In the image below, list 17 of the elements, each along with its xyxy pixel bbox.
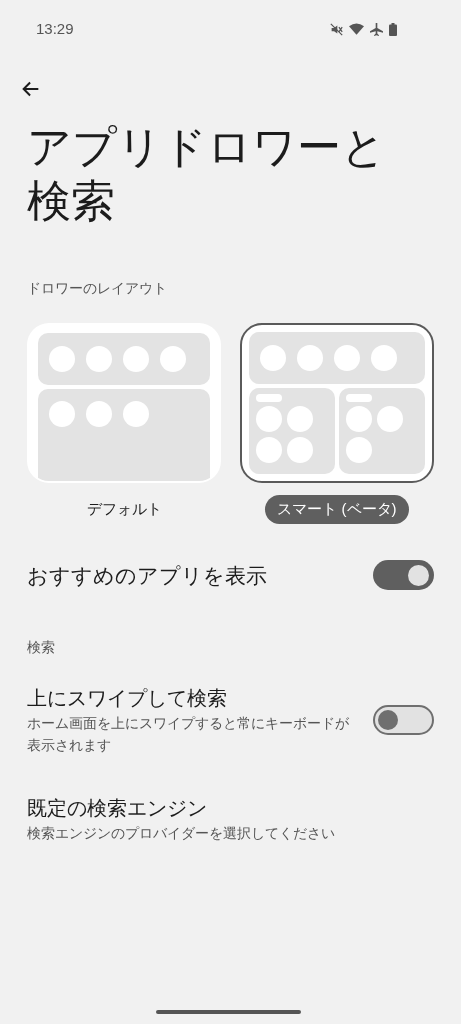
battery-icon — [389, 22, 397, 36]
toggle-switch[interactable] — [373, 705, 434, 735]
page-title: アプリドロワーと検索 — [27, 121, 387, 227]
layout-option-label[interactable]: デフォルト — [74, 495, 174, 524]
airplane-icon — [370, 22, 383, 36]
setting-title: 既定の検索エンジン — [27, 796, 208, 821]
section-header: ドロワーのレイアウト — [27, 279, 167, 298]
mute-icon — [330, 22, 343, 36]
setting-title: 上にスワイプして検索 — [27, 686, 228, 711]
section-header: 検索 — [27, 638, 55, 657]
wifi-icon — [349, 23, 364, 35]
setting-title: おすすめのアプリを表示 — [27, 562, 267, 589]
status-time: 13:29 — [36, 18, 74, 39]
setting-description: ホーム画面を上にスワイプすると常にキーボードが表示されます — [27, 714, 350, 755]
layout-option-label[interactable]: スマート (ベータ) — [265, 495, 409, 524]
setting-description: 検索エンジンのプロバイダーを選択してください — [27, 824, 336, 843]
toggle-switch[interactable] — [373, 560, 434, 591]
